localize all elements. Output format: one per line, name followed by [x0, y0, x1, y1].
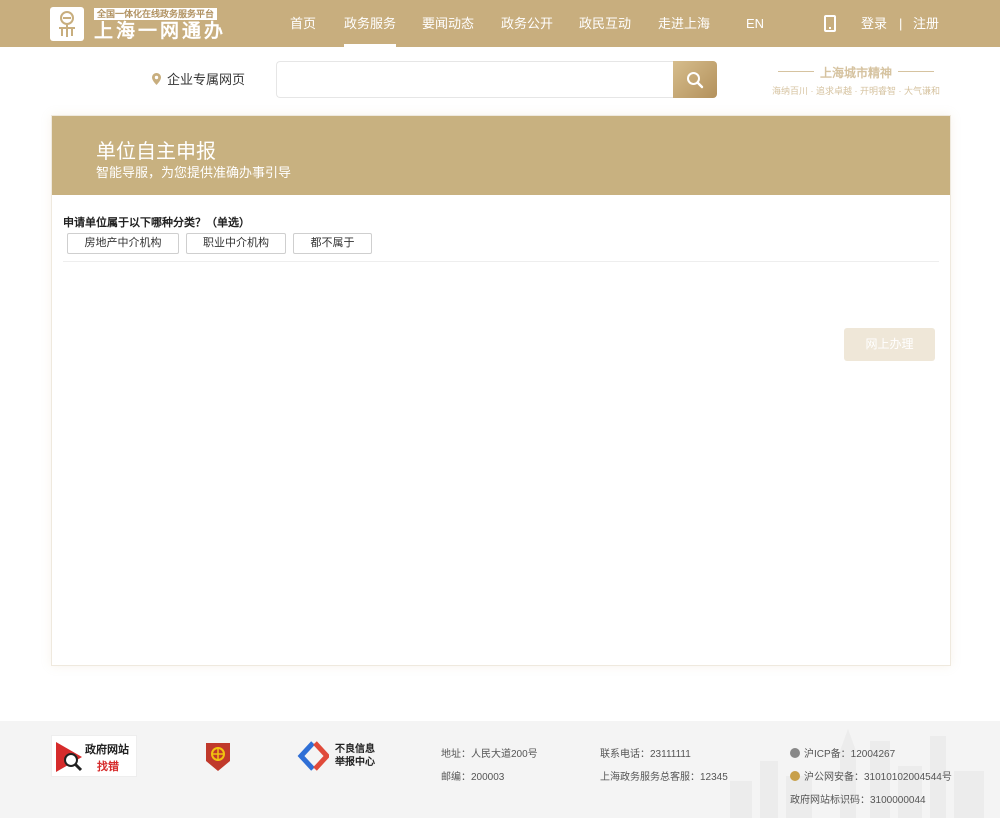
- option-job-agency[interactable]: 职业中介机构: [186, 233, 286, 254]
- footer-postcode: 邮编：200003: [441, 772, 505, 783]
- nav-interaction[interactable]: 政民互动: [579, 0, 631, 47]
- nav-home[interactable]: 首页: [290, 0, 316, 47]
- card-banner: 单位自主申报 智能导服，为您提供准确办事引导: [52, 116, 950, 195]
- mobile-phone-icon[interactable]: [824, 15, 836, 32]
- footer-phone: 联系电话：23111111: [600, 749, 691, 760]
- icp-icon: [790, 748, 800, 758]
- question-label: 申请单位属于以下哪种分类？（单选）: [63, 217, 250, 229]
- nav-gov-services[interactable]: 政务服务: [344, 0, 397, 47]
- location-pin-icon: [152, 71, 161, 91]
- party-emblem-icon[interactable]: [203, 741, 233, 773]
- slogan-line-right: [898, 71, 934, 72]
- declaration-card: 单位自主申报 智能导服，为您提供准确办事引导 申请单位属于以下哪种分类？（单选）…: [51, 115, 951, 666]
- nav-shanghai[interactable]: 走进上海: [658, 0, 710, 47]
- divider: [63, 261, 939, 262]
- gov-badge-line1: 政府网站: [85, 744, 129, 756]
- top-header: 全国一体化在线政务服务平台 上海一网通办 首页 政务服务 要闻动态 政务公开 政…: [0, 0, 1000, 47]
- city-spirit-slogan: 上海城市精神 海纳百川 · 追求卓越 · 开明睿智 · 大气谦和: [760, 62, 952, 98]
- report-line2: 举报中心: [335, 757, 375, 768]
- nav-news[interactable]: 要闻动态: [422, 0, 474, 47]
- footer-icp[interactable]: 沪ICP备：12004267: [790, 745, 895, 760]
- bad-info-report-icon[interactable]: [297, 741, 329, 771]
- nav-english[interactable]: EN: [746, 0, 764, 47]
- logo-emblem-icon: [50, 7, 84, 41]
- nav-gov-open[interactable]: 政务公开: [501, 0, 553, 47]
- page-subtitle: 智能导服，为您提供准确办事引导: [96, 165, 292, 180]
- register-link[interactable]: 注册: [913, 0, 939, 47]
- footer-hotline: 上海政务服务总客服：12345: [600, 772, 728, 783]
- auth-separator: |: [899, 16, 903, 31]
- page-title: 单位自主申报: [96, 141, 216, 163]
- option-real-estate-agency[interactable]: 房地产中介机构: [67, 233, 179, 254]
- gov-site-error-report[interactable]: 政府网站 找错: [51, 735, 137, 777]
- footer-police[interactable]: 沪公网安备：31010102004544号: [790, 768, 952, 783]
- bad-info-report-label[interactable]: 不良信息 举报中心: [335, 743, 375, 769]
- police-badge-icon: [790, 771, 800, 781]
- enterprise-page-link[interactable]: 企业专属网页: [152, 70, 245, 90]
- report-line1: 不良信息: [335, 744, 375, 755]
- search-icon: [687, 72, 704, 89]
- gov-badge-line2: 找错: [97, 761, 119, 773]
- slogan-title: 上海城市精神: [819, 66, 892, 80]
- search-button[interactable]: [673, 61, 717, 98]
- page-footer: 政府网站 找错 不良信息 举报中心 地址：人民大道200号 邮编：200003 …: [0, 721, 1000, 818]
- online-apply-button[interactable]: 网上办理: [844, 328, 935, 361]
- site-logo[interactable]: 全国一体化在线政务服务平台 上海一网通办: [50, 7, 230, 43]
- login-link[interactable]: 登录: [861, 0, 887, 47]
- option-none[interactable]: 都不属于: [293, 233, 372, 254]
- logo-subtitle: 全国一体化在线政务服务平台: [94, 8, 218, 20]
- magnifier-flag-icon: [56, 742, 83, 772]
- footer-site-code: 政府网站标识码：3100000044: [790, 795, 926, 806]
- logo-title: 上海一网通办: [94, 21, 227, 42]
- police-text: 沪公网安备：31010102004544号: [804, 772, 952, 783]
- search-input[interactable]: [276, 61, 674, 98]
- footer-address: 地址：人民大道200号: [441, 749, 538, 760]
- enterprise-page-label: 企业专属网页: [167, 72, 246, 87]
- slogan-subtitle: 海纳百川 · 追求卓越 · 开明睿智 · 大气谦和: [772, 86, 940, 96]
- icp-text: 沪ICP备：12004267: [804, 749, 896, 760]
